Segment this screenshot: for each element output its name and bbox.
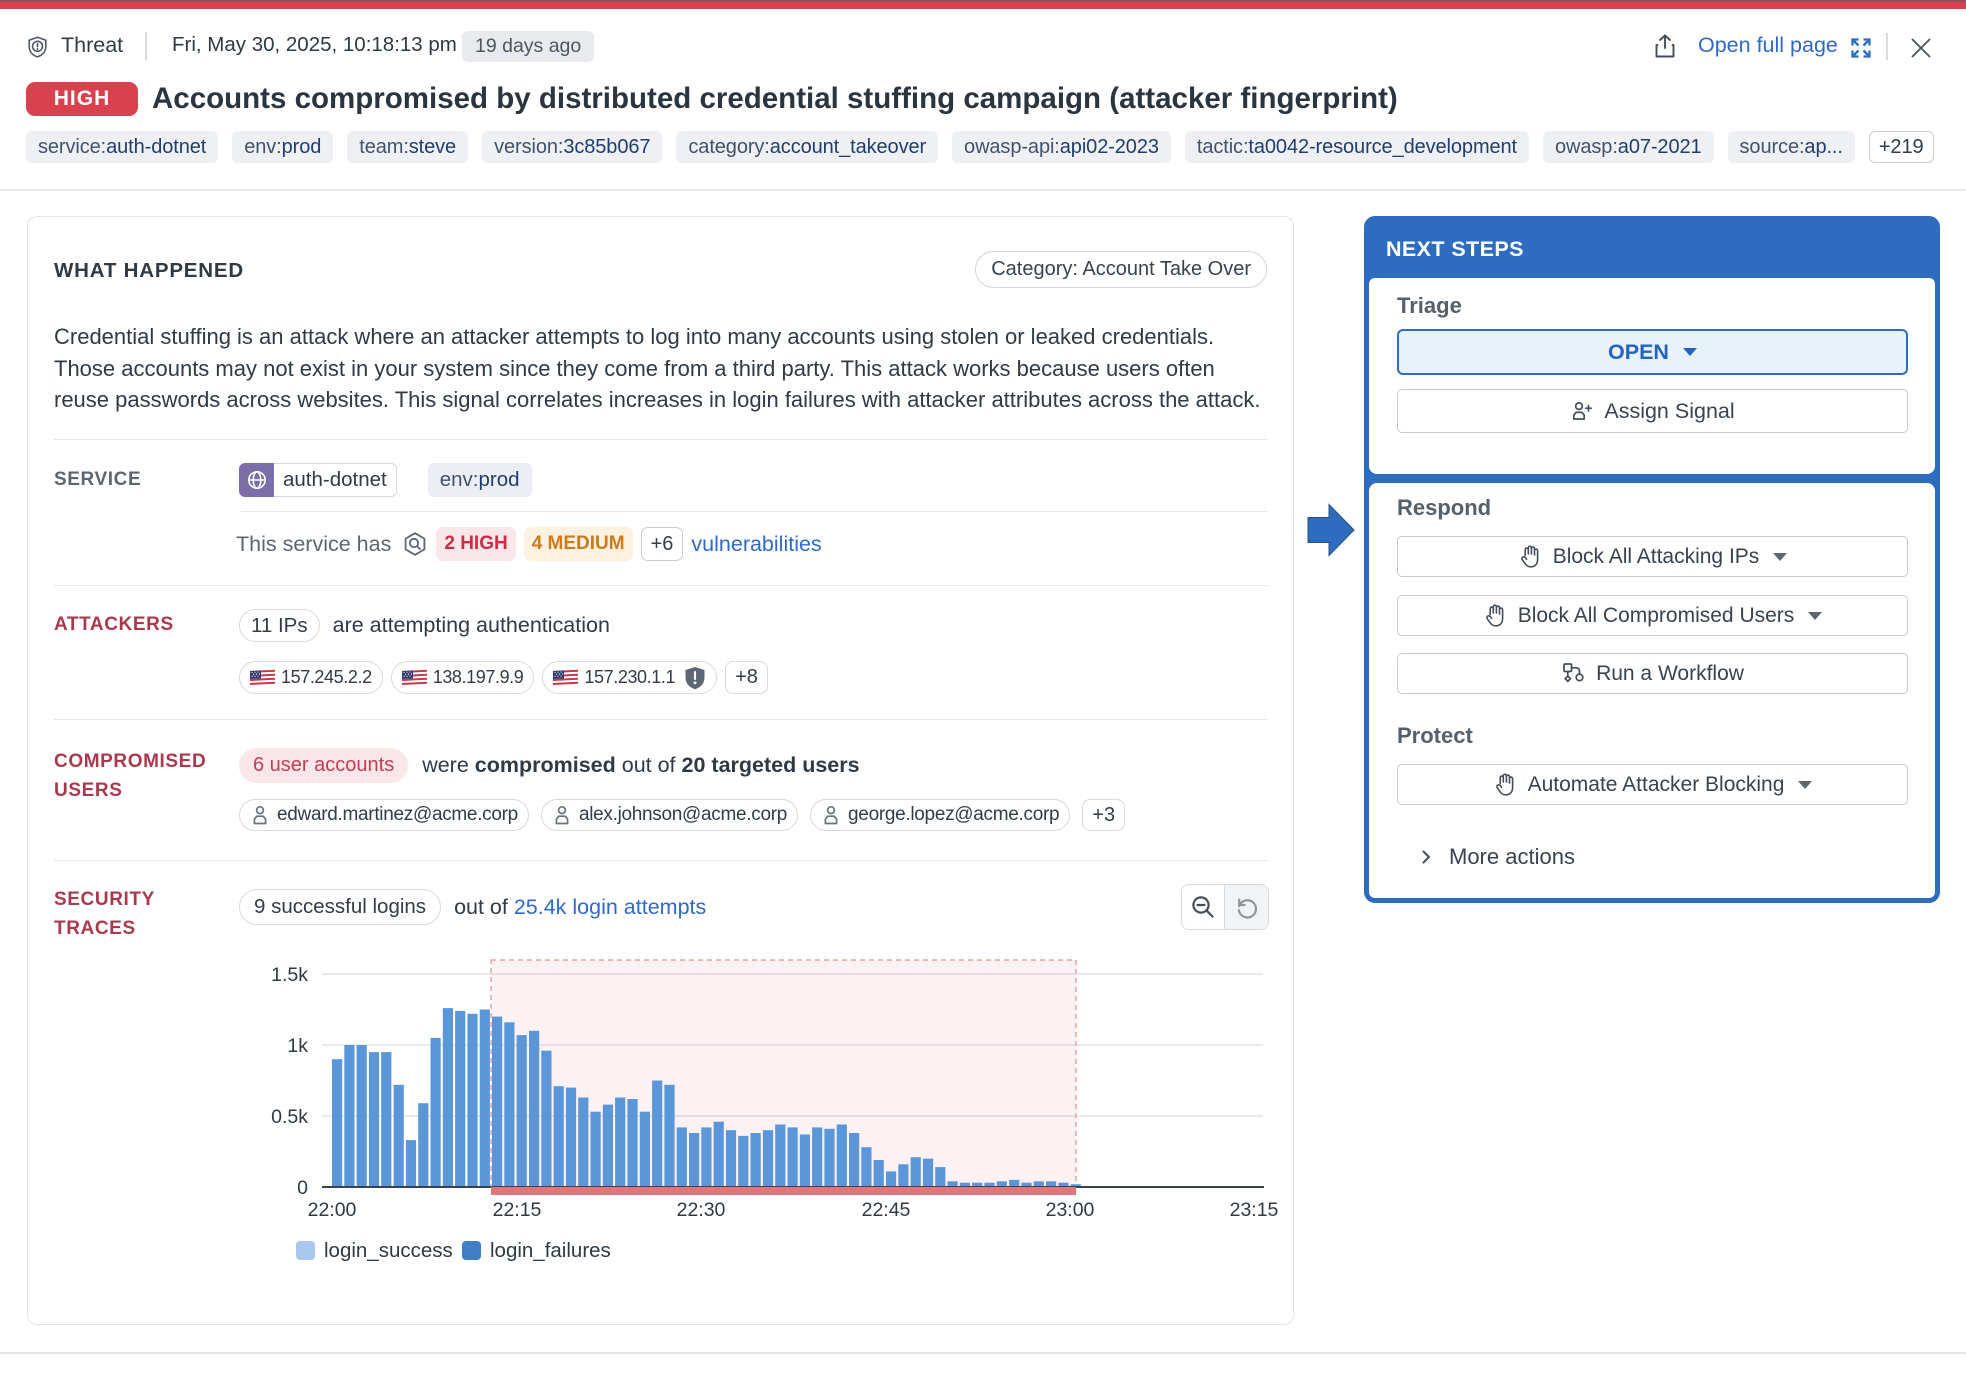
svg-text:23:00: 23:00 xyxy=(1046,1199,1095,1221)
svg-text:22:15: 22:15 xyxy=(493,1199,542,1221)
svg-text:0: 0 xyxy=(297,1177,308,1199)
svg-text:1.5k: 1.5k xyxy=(271,964,308,986)
svg-text:22:45: 22:45 xyxy=(862,1199,911,1221)
svg-text:login_failures: login_failures xyxy=(490,1239,611,1262)
svg-text:0.5k: 0.5k xyxy=(271,1106,308,1128)
svg-text:22:30: 22:30 xyxy=(677,1199,726,1221)
svg-text:login_success: login_success xyxy=(324,1239,453,1262)
svg-text:22:00: 22:00 xyxy=(308,1199,357,1221)
svg-text:1k: 1k xyxy=(287,1035,308,1057)
svg-text:23:15: 23:15 xyxy=(1230,1199,1279,1221)
